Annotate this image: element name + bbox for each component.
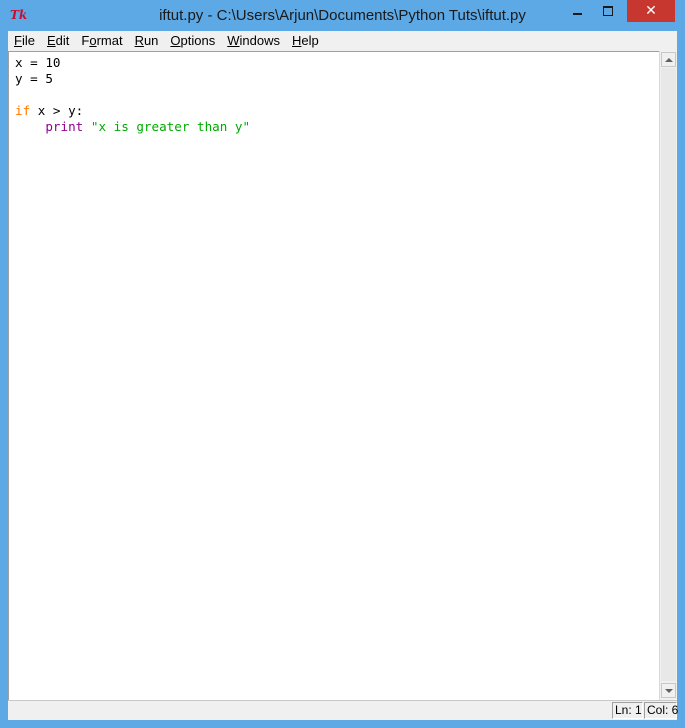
menu-bar: File Edit Format Run Options Windows Hel… (8, 31, 677, 51)
code-line-4-rest: x > y: (30, 103, 84, 118)
code-text[interactable]: x = 10 y = 5 if x > y: print "x is great… (9, 52, 659, 135)
menu-run-accel: R (134, 33, 144, 48)
scroll-up-button[interactable] (661, 52, 676, 67)
menu-options-accel: O (170, 33, 181, 48)
menu-run[interactable]: Run (129, 31, 165, 51)
minimize-button[interactable] (563, 0, 591, 22)
menu-format[interactable]: Format (75, 31, 128, 51)
code-line-1: x = 10 (15, 55, 61, 70)
close-icon: ✕ (645, 3, 657, 19)
vertical-scrollbar[interactable] (659, 51, 677, 700)
status-line-number: Ln: 1 (612, 702, 643, 719)
string-literal: "x is greater than y" (90, 119, 251, 134)
idle-editor-window: Tk iftut.py - C:\Users\Arjun\Documents\P… (0, 0, 685, 728)
maximize-icon (603, 6, 613, 16)
menu-windows[interactable]: Windows (221, 31, 286, 51)
arrow-down-icon (664, 688, 673, 693)
menu-format-label: rmat (96, 33, 123, 48)
scroll-track[interactable] (661, 68, 676, 681)
title-bar[interactable]: Tk iftut.py - C:\Users\Arjun\Documents\P… (0, 0, 685, 32)
code-line-2: y = 5 (15, 71, 53, 86)
menu-file[interactable]: File (8, 31, 41, 51)
status-column-number: Col: 6 (644, 702, 678, 719)
menu-edit-accel: E (46, 33, 56, 48)
menu-windows-accel: W (227, 33, 240, 48)
menu-windows-label: indows (239, 33, 280, 48)
menu-help[interactable]: Help (286, 31, 325, 51)
code-line-5-space (83, 119, 91, 134)
menu-file-accel: F (14, 33, 22, 48)
keyword-if: if (15, 103, 31, 118)
maximize-button[interactable] (594, 0, 622, 22)
menu-options[interactable]: Options (164, 31, 221, 51)
menu-file-label: ile (21, 33, 35, 48)
code-editor[interactable]: x = 10 y = 5 if x > y: print "x is great… (8, 51, 659, 700)
menu-edit-label: dit (55, 33, 70, 48)
code-line-5-indent (15, 119, 45, 134)
menu-edit[interactable]: Edit (41, 31, 75, 51)
menu-help-accel: H (292, 33, 302, 48)
scroll-down-button[interactable] (661, 683, 676, 698)
arrow-up-icon (664, 57, 673, 62)
menu-format-accel: o (89, 33, 97, 48)
menu-help-label: elp (301, 33, 319, 48)
keyword-print: print (45, 119, 84, 134)
close-button[interactable]: ✕ (627, 0, 675, 22)
client-area: File Edit Format Run Options Windows Hel… (8, 31, 678, 720)
status-bar: Ln: 1 Col: 6 (8, 700, 678, 720)
menu-run-label: un (143, 33, 159, 48)
minimize-icon (572, 13, 582, 15)
menu-options-label: ptions (180, 33, 216, 48)
